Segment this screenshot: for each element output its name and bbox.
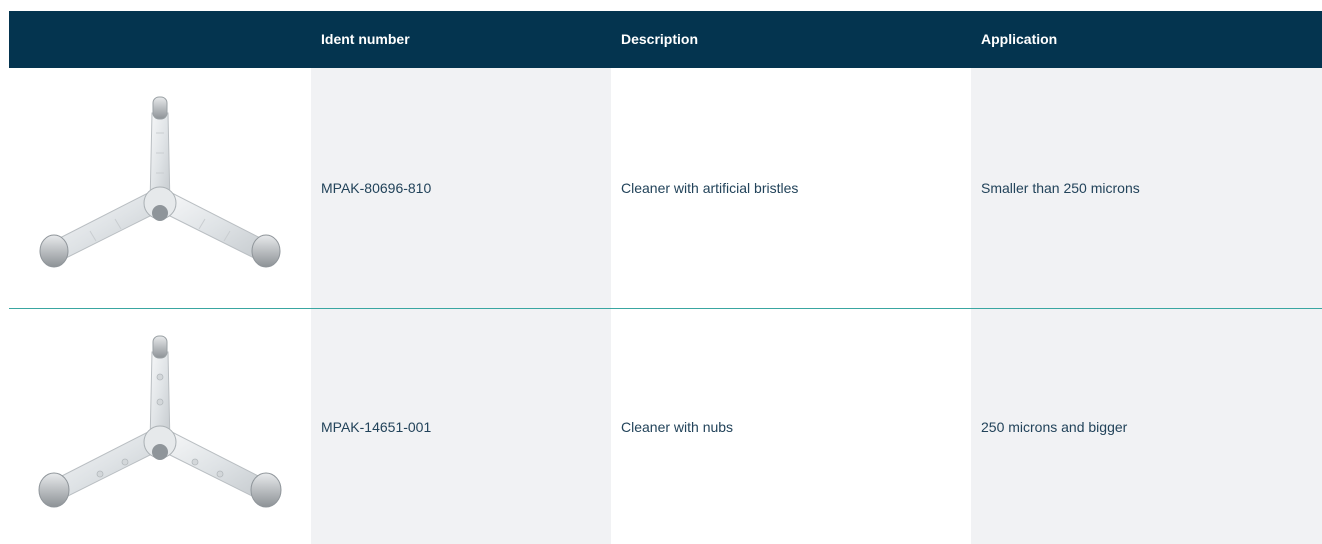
ident-number-cell: MPAK-14651-001 xyxy=(311,309,611,544)
application: Smaller than 250 microns xyxy=(981,180,1140,196)
product-image-cell xyxy=(9,68,311,308)
ident-number-cell: MPAK-80696-810 xyxy=(311,68,611,308)
table-row: MPAK-14651-001 Cleaner with nubs 250 mic… xyxy=(9,309,1322,544)
column-header-description: Description xyxy=(621,31,699,47)
product-image-cell xyxy=(9,309,311,544)
table-row: MPAK-80696-810 Cleaner with artificial b… xyxy=(9,68,1322,308)
product-table: Ident number Description Application MPA… xyxy=(9,11,1322,544)
column-header-ident-number: Ident number xyxy=(321,31,410,47)
application-cell: Smaller than 250 microns xyxy=(971,68,1322,308)
table-header: Ident number Description Application xyxy=(9,11,1322,68)
tri-arm-cleaner-nubs-image xyxy=(38,335,282,507)
ident-number: MPAK-14651-001 xyxy=(321,418,432,435)
column-header-application: Application xyxy=(981,31,1058,47)
description-cell: Cleaner with nubs xyxy=(611,309,971,544)
description-cell: Cleaner with artificial bristles xyxy=(611,68,971,308)
application-cell: 250 microns and bigger xyxy=(971,309,1322,544)
description: Cleaner with artificial bristles xyxy=(621,180,799,196)
application: 250 microns and bigger xyxy=(981,418,1128,435)
tri-arm-cleaner-bristles-image xyxy=(39,96,281,268)
description: Cleaner with nubs xyxy=(621,418,734,435)
ident-number: MPAK-80696-810 xyxy=(321,180,432,196)
